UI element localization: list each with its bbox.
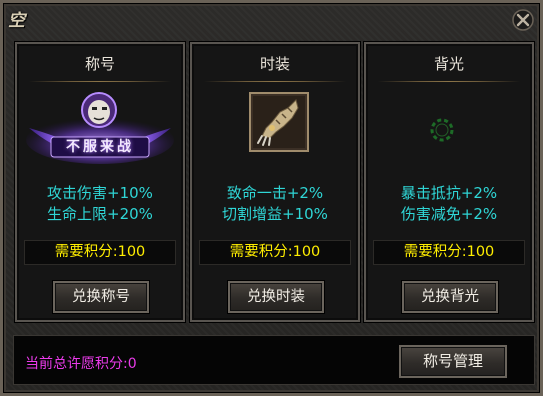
stats-list: 暴击抵抗+2% 伤害减免+2% — [366, 183, 532, 225]
cost-label: 需要积分:100 — [199, 240, 351, 265]
stats-list: 致命一击+2% 切割增益+10% — [192, 183, 358, 225]
close-icon — [512, 9, 534, 31]
panel-heading: 时装 — [259, 55, 290, 73]
cost-label: 需要积分:100 — [24, 240, 176, 265]
title-badge-text: 不服来战 — [66, 139, 134, 155]
divider — [378, 81, 520, 82]
stat-line: 致命一击+2% — [226, 184, 324, 202]
exchange-title-button[interactable]: 兑换称号 — [53, 281, 149, 313]
stat-line: 暴击抵抗+2% — [400, 184, 498, 202]
stat-line: 生命上限+20% — [47, 205, 153, 223]
title-manage-button[interactable]: 称号管理 — [399, 345, 507, 378]
exchange-window: 空 称号 不服来战 攻击伤害+10% 生命上限+20% 需要积分:100 兑换称… — [0, 0, 543, 396]
panel-fashion: 时装 致命一击+2% 切割增益+10% 需要积分:100 兑换时装 — [190, 42, 360, 322]
gauntlet-icon — [192, 88, 358, 168]
exchange-aura-button[interactable]: 兑换背光 — [402, 281, 498, 313]
divider — [204, 81, 346, 82]
exchange-fashion-button[interactable]: 兑换时装 — [228, 281, 324, 313]
close-button[interactable] — [510, 7, 536, 33]
panel-aura: 背光 暴击抵抗+2% 伤害减免+2% 需要积分:100 兑换背光 — [364, 42, 534, 322]
stats-list: 攻击伤害+10% 生命上限+20% — [17, 183, 183, 225]
stat-line: 伤害减免+2% — [400, 205, 498, 223]
green-ring-icon — [366, 88, 532, 168]
panel-heading: 背光 — [433, 55, 464, 73]
title-badge-icon: 不服来战 — [17, 88, 183, 168]
window-emblem-icon: 空 — [8, 11, 25, 31]
total-points-label: 当前总许愿积分:0 — [25, 356, 137, 372]
panel-heading: 称号 — [84, 55, 115, 73]
panel-title: 称号 不服来战 攻击伤害+10% 生命上限+20% 需要积分:100 兑换称号 — [15, 42, 185, 322]
footer-bar: 当前总许愿积分:0 称号管理 — [13, 335, 535, 385]
stat-line: 切割增益+10% — [222, 205, 328, 223]
stat-line: 攻击伤害+10% — [47, 184, 153, 202]
divider — [29, 81, 171, 82]
cost-label: 需要积分:100 — [373, 240, 525, 265]
